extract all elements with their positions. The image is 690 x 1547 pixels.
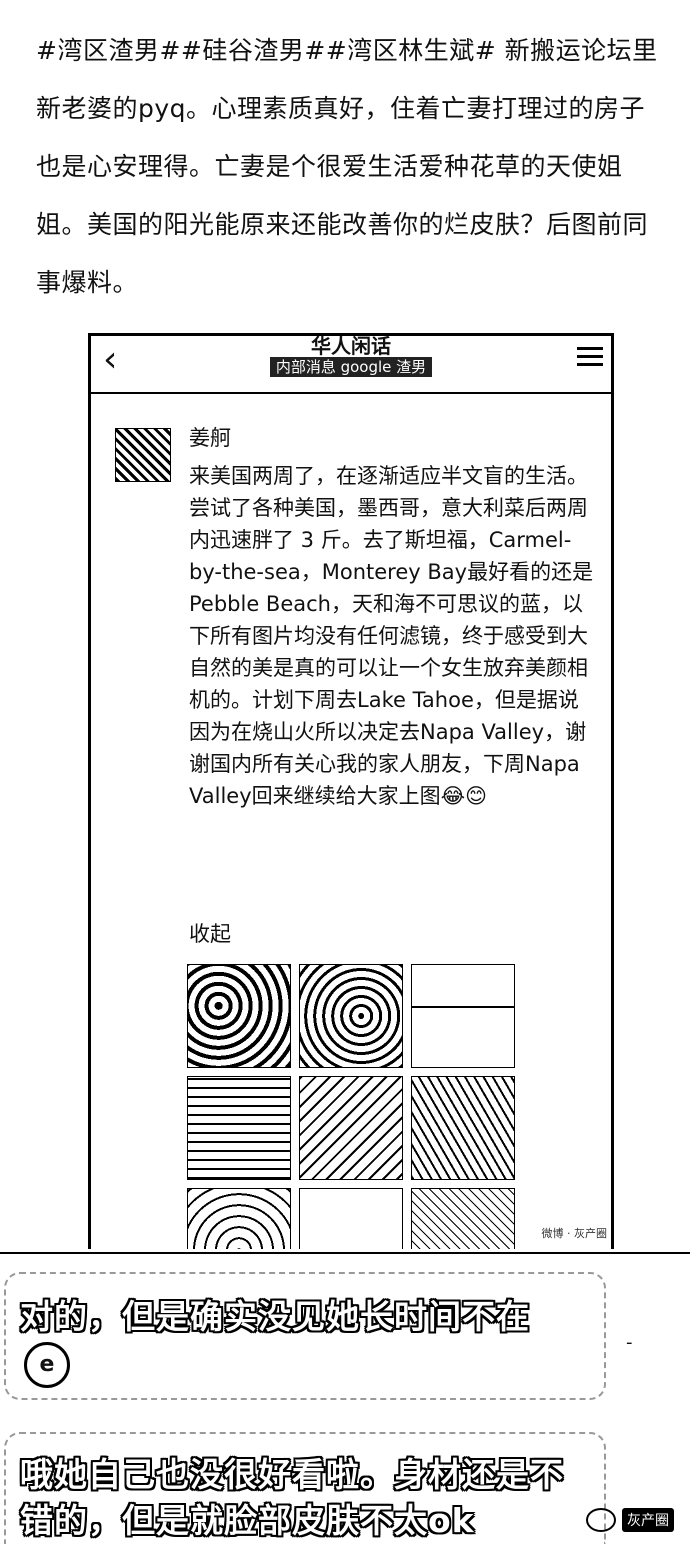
avatar[interactable] [115, 428, 171, 482]
photo-grid [187, 964, 517, 1249]
chat-message: 哦她自己也没很好看啦。身材还是不错的，但是就脸部皮肤不太ok [20, 1455, 564, 1540]
menu-icon[interactable] [577, 342, 603, 371]
photo-thumbnail[interactable] [187, 964, 291, 1068]
post-body: 来美国两周了，在逐渐适应半文盲的生活。尝试了各种美国，墨西哥，意大利菜后两周内迅… [189, 464, 594, 808]
forum-subtitle: 内部消息 google 渣男 [269, 357, 433, 377]
photo-thumbnail[interactable] [299, 964, 403, 1068]
wechat-icon [586, 1508, 616, 1532]
collapse-link[interactable]: 收起 [189, 918, 231, 948]
photo-thumbnail[interactable] [299, 1076, 403, 1180]
watermark: 微博 · 灰产圈 [541, 1227, 608, 1240]
author-name[interactable]: 姜舸 [189, 422, 231, 452]
emoji-icon: e [24, 1342, 70, 1388]
brand-logo: 灰产圈 [586, 1508, 674, 1532]
brand-label: 灰产圈 [622, 1508, 674, 1532]
forum-header: ‹ 华人闲话 内部消息 google 渣男 [91, 336, 611, 394]
chat-message: 对的，但是确实没见她长时间不在 [20, 1297, 530, 1336]
divider [0, 1252, 690, 1254]
photo-thumbnail[interactable] [411, 1188, 515, 1249]
photo-thumbnail[interactable] [411, 964, 515, 1068]
photo-thumbnail[interactable] [187, 1076, 291, 1180]
photo-thumbnail[interactable] [411, 1076, 515, 1180]
photo-thumbnail[interactable] [299, 1188, 403, 1249]
photo-thumbnail[interactable] [187, 1188, 291, 1249]
divider-mark: - [626, 1332, 633, 1353]
post-text: #湾区渣男##硅谷渣男##湾区林生斌# 新搬运论坛里新老婆的pyq。心理素质真好… [36, 36, 658, 297]
forum-screenshot: ‹ 华人闲话 内部消息 google 渣男 姜舸 来美国两周了，在逐渐适应半文盲… [88, 333, 614, 1249]
